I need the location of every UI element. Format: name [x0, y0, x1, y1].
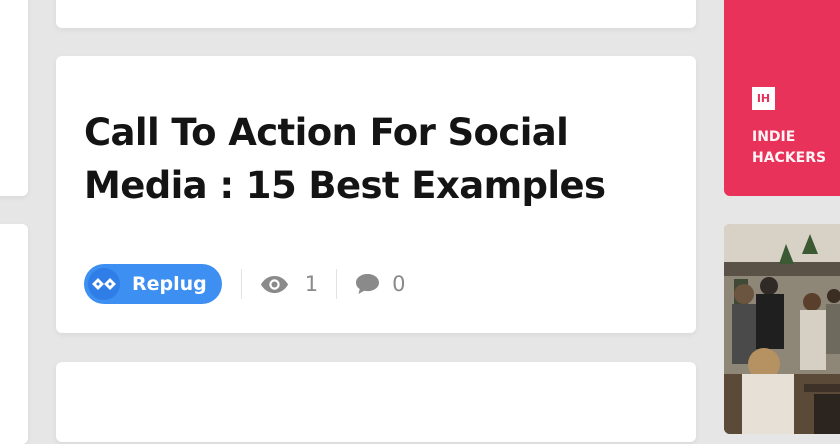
indie-hackers-logo: IH: [752, 87, 775, 110]
post-meta: Replug 1 0: [84, 264, 406, 304]
views-count: 1: [304, 272, 319, 296]
feed-card-below: [56, 362, 696, 442]
post-title[interactable]: Call To Action For Social Media : 15 Bes…: [84, 106, 644, 212]
comments-count: 0: [392, 272, 406, 296]
indie-hackers-card[interactable]: IH INDIE HACKERS: [724, 0, 840, 196]
author-pill[interactable]: Replug: [84, 264, 222, 304]
meta-divider: [240, 269, 242, 299]
indie-hackers-label: INDIE HACKERS: [752, 129, 827, 166]
left-card-bottom: [0, 224, 28, 444]
feed-card-above: [56, 0, 696, 28]
replug-logo-icon: [88, 268, 120, 300]
meta-divider: [336, 269, 338, 299]
left-card-top: [0, 0, 28, 196]
sidebar-photo[interactable]: [724, 224, 840, 434]
author-name: Replug: [132, 273, 207, 295]
eye-icon: [260, 275, 289, 294]
views-stat: 1: [260, 272, 318, 296]
comment-icon: [355, 273, 380, 295]
comments-stat[interactable]: 0: [355, 272, 406, 296]
post-card[interactable]: Call To Action For Social Media : 15 Bes…: [56, 56, 696, 333]
